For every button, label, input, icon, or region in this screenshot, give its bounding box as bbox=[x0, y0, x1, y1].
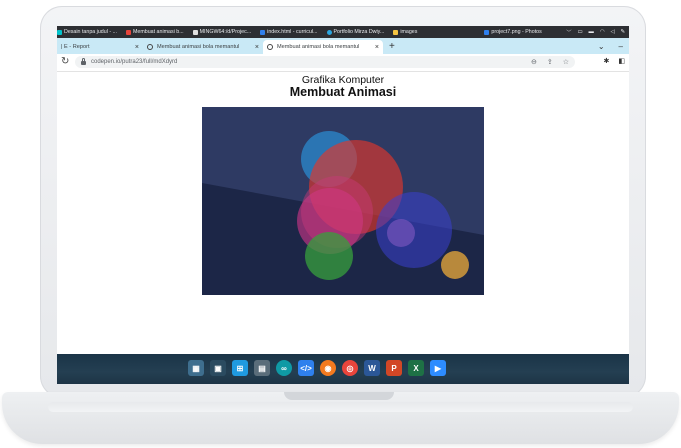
excel-icon[interactable]: X bbox=[408, 360, 424, 376]
zoom-icon[interactable]: ⊖ bbox=[531, 58, 537, 66]
tab-animasi-2[interactable]: Membuat animasi bola memantul × bbox=[263, 40, 383, 54]
ball-orange bbox=[441, 251, 469, 279]
share-icon[interactable]: ⇪ bbox=[547, 58, 553, 66]
ball-violet-inner bbox=[387, 219, 415, 247]
browser-tab-strip: | E - Report × Membuat animasi bola mema… bbox=[57, 38, 629, 54]
reload-icon[interactable]: ↻ bbox=[61, 56, 69, 67]
battery-icon[interactable]: ▬ bbox=[589, 29, 594, 35]
animation-canvas[interactable] bbox=[202, 107, 484, 295]
vscode-icon[interactable]: </> bbox=[298, 360, 314, 376]
close-icon[interactable]: × bbox=[255, 44, 259, 51]
zoom-icon[interactable]: ▶ bbox=[430, 360, 446, 376]
url-text[interactable]: codepen.io/putra23/full/mdXdyrd bbox=[91, 59, 177, 65]
os-window-strip: Desain tanpa judul - ... Membuat animasi… bbox=[57, 26, 629, 38]
canva-icon bbox=[57, 29, 62, 35]
omnibox[interactable]: codepen.io/putra23/full/mdXdyrd ⊖ ⇪ ☆ bbox=[75, 56, 575, 68]
ball-green bbox=[305, 232, 353, 280]
new-tab-button[interactable]: + bbox=[389, 40, 395, 54]
start-icon[interactable]: ⊞ bbox=[232, 360, 248, 376]
os-tab-1[interactable]: Desain tanpa judul - ... bbox=[57, 29, 117, 35]
word-icon[interactable]: W bbox=[364, 360, 380, 376]
address-bar: ↻ codepen.io/putra23/full/mdXdyrd ⊖ ⇪ ☆ … bbox=[57, 54, 629, 72]
laptop-keyboard-edge bbox=[48, 402, 633, 412]
system-tray: ﹀ ▭ ▬ ◠ ◁ ✎ bbox=[566, 26, 625, 38]
file-explorer-icon[interactable]: ▤ bbox=[254, 360, 270, 376]
lock-icon[interactable] bbox=[81, 58, 86, 65]
tab-animasi-1[interactable]: Membuat animasi bola memantul × bbox=[143, 40, 263, 54]
minimize-icon[interactable]: – bbox=[619, 42, 623, 51]
photos-icon bbox=[484, 29, 490, 35]
git-bash-icon bbox=[192, 29, 198, 35]
os-tab-3[interactable]: MINGW64:/d/Projec... bbox=[192, 29, 251, 35]
tab-report[interactable]: | E - Report × bbox=[57, 40, 143, 54]
pen-icon[interactable]: ✎ bbox=[621, 29, 625, 35]
page-title: Membuat Animasi bbox=[289, 85, 397, 99]
os-tab-2[interactable]: Membuat animasi b... bbox=[126, 29, 184, 35]
os-tab-6[interactable]: images bbox=[393, 29, 417, 35]
codepen-icon bbox=[267, 44, 273, 50]
tab-search-icon[interactable]: ⌄ bbox=[598, 42, 605, 51]
widgets-icon[interactable]: ▦ bbox=[188, 360, 204, 376]
extensions-icon[interactable]: ✱ bbox=[604, 57, 610, 65]
folder-icon bbox=[393, 29, 399, 35]
powerpoint-icon[interactable]: P bbox=[386, 360, 402, 376]
page-content: Grafika Komputer Membuat Animasi bbox=[57, 72, 629, 353]
laptop-notch bbox=[284, 392, 394, 400]
onedrive-icon[interactable]: ▭ bbox=[578, 29, 583, 35]
canvas-scene bbox=[202, 107, 484, 280]
arduino-icon[interactable]: ∞ bbox=[276, 360, 292, 376]
task-view-icon[interactable]: ▣ bbox=[210, 360, 226, 376]
codepen-icon bbox=[147, 44, 153, 50]
os-tab-5[interactable]: Portfolio Mirza Dwiy... bbox=[326, 29, 384, 35]
windows-taskbar: ▦ ▣ ⊞ ▤ ∞ </> ◉ ◎ W P X ▶ bbox=[57, 354, 629, 384]
os-tab-4[interactable]: index.html - curricul... bbox=[260, 29, 318, 35]
laptop-screen: Desain tanpa judul - ... Membuat animasi… bbox=[57, 26, 629, 384]
edge-icon bbox=[326, 29, 332, 35]
window-controls: ⌄ – bbox=[598, 38, 623, 54]
close-icon[interactable]: × bbox=[135, 44, 139, 51]
firefox-icon[interactable]: ◉ bbox=[320, 360, 336, 376]
wifi-icon[interactable]: ◠ bbox=[600, 29, 605, 35]
volume-icon[interactable]: ◁ bbox=[610, 29, 614, 35]
side-panel-icon[interactable]: ◧ bbox=[618, 57, 625, 65]
os-tab-7[interactable]: project7.png - Photos bbox=[484, 29, 542, 35]
bookmark-star-icon[interactable]: ☆ bbox=[563, 58, 569, 66]
codepen-icon bbox=[126, 29, 131, 35]
close-icon[interactable]: × bbox=[375, 44, 379, 51]
chrome-icon[interactable]: ◎ bbox=[342, 360, 358, 376]
chevron-down-icon[interactable]: ﹀ bbox=[566, 28, 571, 36]
vscode-icon bbox=[260, 29, 266, 35]
